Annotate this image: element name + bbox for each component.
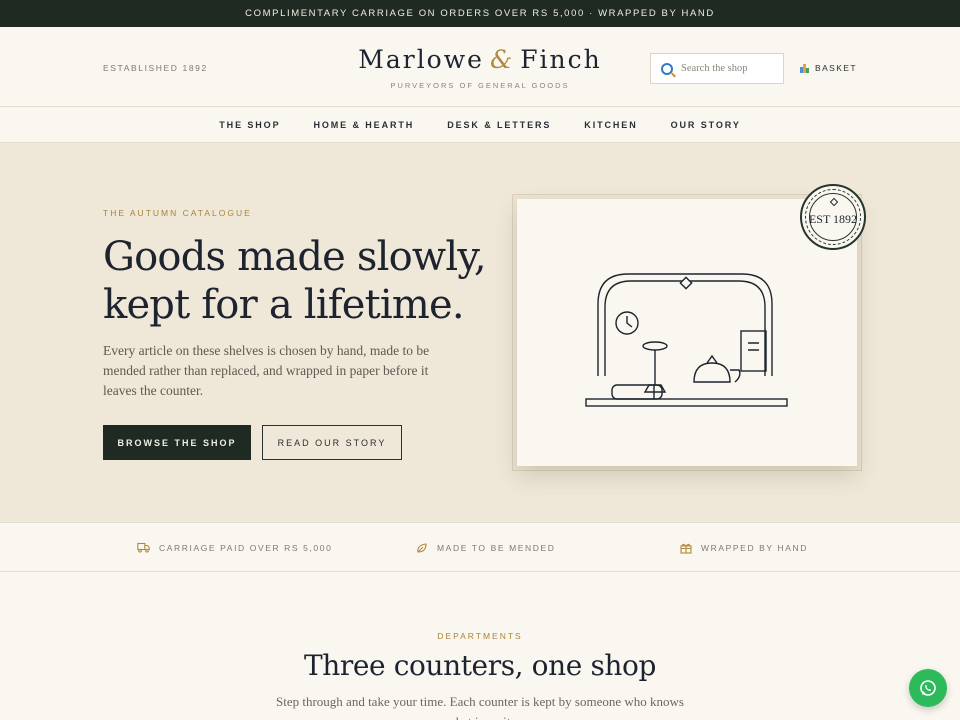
shop-window-illustration	[585, 273, 788, 407]
feature-wrapped: WRAPPED BY HAND	[680, 542, 808, 554]
arch-outer	[597, 273, 773, 376]
search-box[interactable]	[650, 53, 784, 84]
arch-keystone	[679, 276, 693, 290]
seal-diamond-icon	[829, 197, 839, 207]
seal-text: EST 1892	[808, 211, 858, 226]
leaf-icon	[417, 543, 427, 553]
nav-item-home-hearth[interactable]: HOME & HEARTH	[297, 120, 431, 130]
feature-mended: MADE TO BE MENDED	[416, 542, 556, 554]
brand-second: Finch	[520, 45, 602, 74]
bookshelf-icon	[740, 330, 767, 372]
est-seal: EST 1892	[800, 184, 866, 250]
nav-item-desk-letters[interactable]: DESK & LETTERS	[431, 120, 568, 130]
read-story-button[interactable]: READ OUR STORY	[262, 425, 402, 460]
hero-lede: Every article on these shelves is chosen…	[103, 343, 430, 398]
announcement-bar: COMPLIMENTARY CARRIAGE ON ORDERS OVER RS…	[0, 0, 960, 27]
departments-section: DEPARTMENTS Three counters, one shop Ste…	[0, 631, 960, 720]
whatsapp-chat-button[interactable]	[909, 669, 947, 707]
teapot-icon	[693, 362, 731, 383]
whatsapp-icon	[920, 680, 936, 696]
basket-icon	[800, 63, 809, 73]
headline-line-1: Goods made slowly,	[103, 234, 487, 280]
main-nav: THE SHOP HOME & HEARTH DESK & LETTERS KI…	[0, 107, 960, 143]
nav-item-kitchen[interactable]: KITCHEN	[568, 120, 654, 130]
departments-eyebrow: DEPARTMENTS	[437, 631, 523, 641]
search-icon[interactable]	[661, 62, 673, 75]
brand-first: Marlowe	[358, 45, 484, 74]
search-input[interactable]	[681, 63, 781, 74]
features-strip: CARRIAGE PAID OVER RS 5,000 MADE TO BE M…	[0, 523, 960, 572]
departments-lede: Step through and take your time. Each co…	[276, 694, 684, 720]
basket-label: BASKET	[815, 63, 857, 73]
nav-item-the-shop[interactable]: THE SHOP	[203, 120, 297, 130]
truck-icon	[137, 542, 150, 553]
masthead: ESTABLISHED 1892 Marlowe & Finch PURVEYORS…	[0, 27, 960, 107]
feature-carriage-label: CARRIAGE PAID OVER RS 5,000	[159, 542, 333, 553]
hero: THE AUTUMN CATALOGUE Goods made slowly, …	[0, 143, 960, 523]
hero-eyebrow: THE AUTUMN CATALOGUE	[103, 208, 252, 218]
feature-wrapped-label: WRAPPED BY HAND	[701, 543, 808, 553]
feature-carriage: CARRIAGE PAID OVER RS 5,000	[137, 542, 332, 553]
lamp-icon	[643, 350, 667, 393]
announcement-text: COMPLIMENTARY CARRIAGE ON ORDERS OVER RS…	[245, 8, 715, 19]
lamp-shade	[642, 341, 668, 351]
shelf-counter	[585, 398, 788, 407]
headline-line-2: kept for a lifetime.	[103, 282, 465, 328]
hero-headline: Goods made slowly, kept for a lifetime.	[103, 233, 503, 329]
feature-mended-label: MADE TO BE MENDED	[437, 543, 556, 553]
nav-item-our-story[interactable]: OUR STORY	[654, 120, 757, 130]
brand-ampersand: &	[489, 45, 515, 74]
browse-shop-button[interactable]: BROWSE THE SHOP	[103, 425, 251, 460]
gift-icon	[680, 543, 692, 554]
basket-link[interactable]: BASKET	[800, 63, 857, 73]
brand-tagline: PURVEYORS OF GENERAL GOODS	[390, 81, 570, 90]
departments-title: Three counters, one shop	[303, 649, 657, 682]
